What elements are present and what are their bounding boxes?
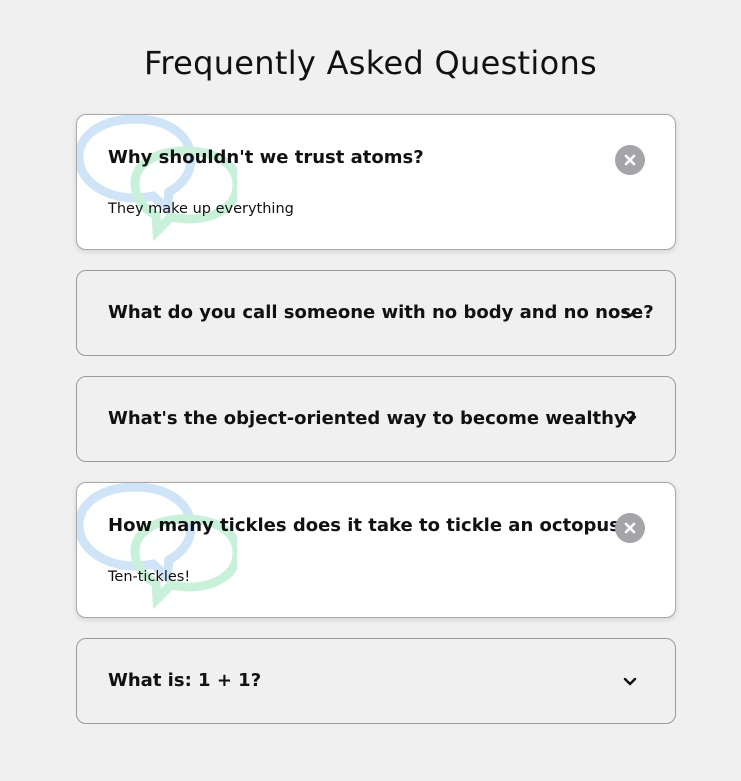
faq-item: How many tickles does it take to tickle …	[76, 482, 676, 618]
faq-question: Why shouldn't we trust atoms?	[108, 147, 424, 168]
collapse-button[interactable]	[615, 145, 645, 175]
faq-item[interactable]: What's the object-oriented way to become…	[76, 376, 676, 462]
expand-button[interactable]	[615, 405, 645, 435]
expand-button[interactable]	[615, 299, 645, 329]
faq-item: Why shouldn't we trust atoms? They make …	[76, 114, 676, 250]
faq-question: How many tickles does it take to tickle …	[108, 515, 631, 536]
speech-bubbles-icon	[77, 115, 237, 242]
faq-question: What's the object-oriented way to become…	[108, 408, 637, 429]
chevron-down-icon	[623, 415, 637, 424]
faq-question: What is: 1 + 1?	[108, 670, 262, 691]
expand-button[interactable]	[615, 667, 645, 697]
chevron-down-icon	[623, 309, 637, 318]
faq-question: What do you call someone with no body an…	[108, 302, 654, 323]
collapse-button[interactable]	[615, 513, 645, 543]
faq-answer: Ten-tickles!	[108, 569, 191, 585]
faq-item[interactable]: What do you call someone with no body an…	[76, 270, 676, 356]
chevron-down-icon	[623, 677, 637, 686]
faq-answer: They make up everything	[108, 201, 294, 217]
page-title: Frequently Asked Questions	[143, 44, 598, 82]
speech-bubbles-icon	[77, 483, 237, 610]
faq-list: Why shouldn't we trust atoms? They make …	[76, 114, 676, 744]
close-icon	[624, 522, 636, 534]
faq-item[interactable]: What is: 1 + 1?	[76, 638, 676, 724]
close-icon	[624, 154, 636, 166]
